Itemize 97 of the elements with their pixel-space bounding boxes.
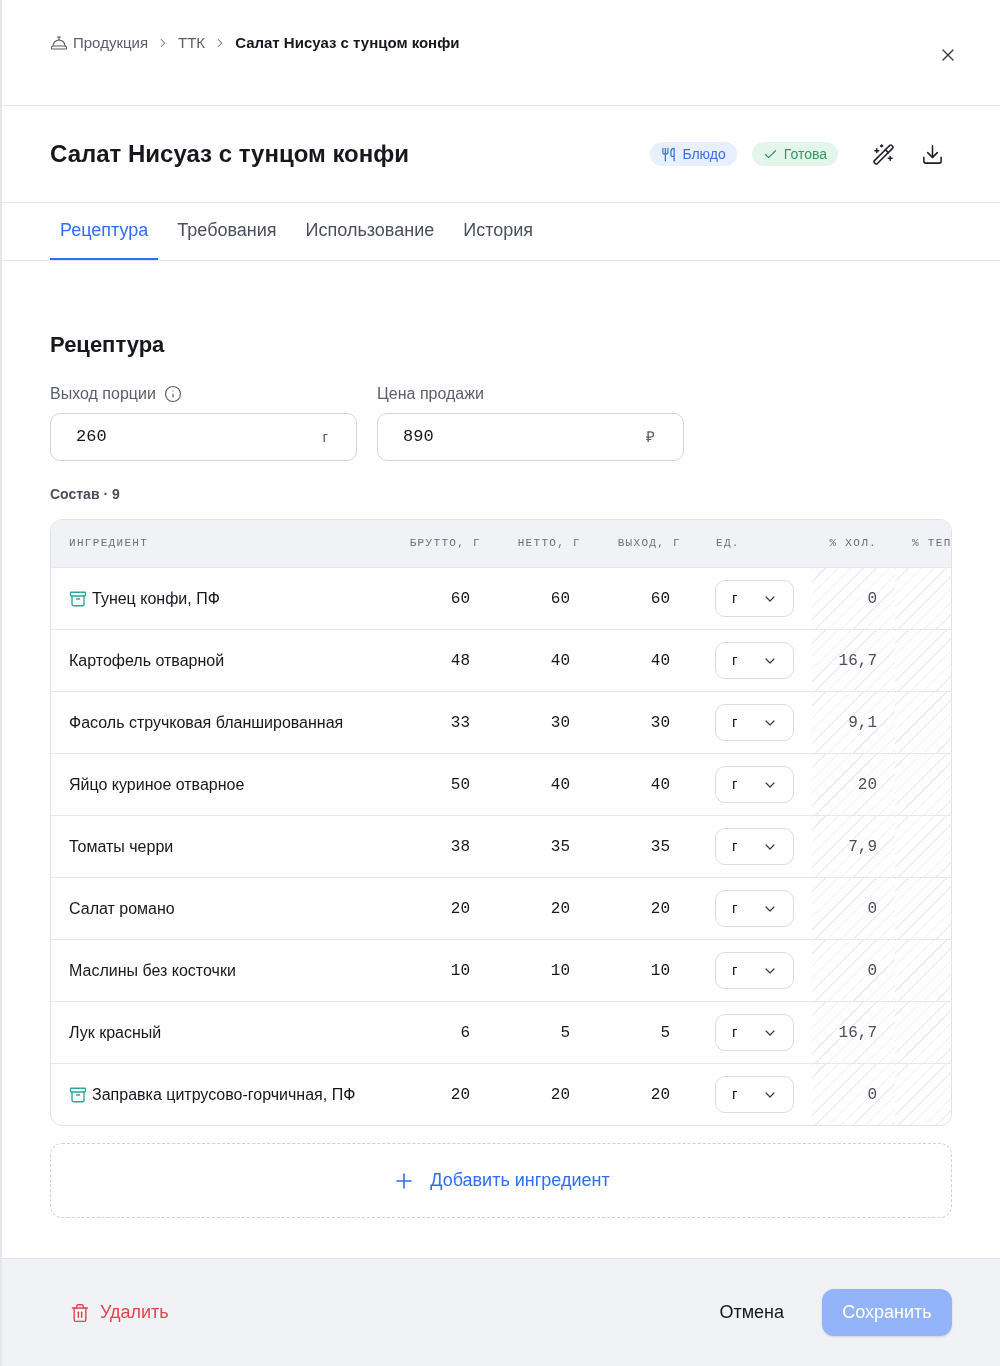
download-button[interactable] (920, 142, 944, 166)
column-header: ЕД. (716, 536, 740, 552)
field-label: Выход порции (50, 384, 156, 404)
yield-weight: 20 (650, 898, 670, 920)
add-ingredient-button[interactable]: Добавить ингредиент (50, 1143, 952, 1218)
gross-weight: 50 (450, 774, 470, 796)
type-badge: Блюдо (650, 142, 737, 166)
cold-loss-cell: 9,1 (812, 692, 895, 753)
yield-weight: 40 (650, 774, 670, 796)
cold-loss-cell: 0 (812, 568, 895, 629)
info-icon[interactable] (163, 385, 182, 403)
column-header: БРУТТО, Г (409, 536, 481, 552)
status-badge: Готова (751, 142, 838, 166)
column-header: % ХОЛ. (829, 536, 877, 552)
cold-loss-cell: 0 (812, 878, 895, 939)
column-header: % ТЕП (912, 536, 951, 552)
composition-count: Состав · 9 (50, 486, 121, 502)
breadcrumb-link[interactable]: ТТК (178, 33, 206, 53)
gross-weight: 6 (460, 1022, 470, 1044)
gross-weight: 60 (450, 588, 470, 610)
fork-knife-icon (661, 146, 677, 162)
unit-select[interactable]: г (715, 952, 794, 989)
gross-weight: 20 (450, 1084, 470, 1106)
trash-icon (70, 1302, 90, 1323)
net-weight: 30 (550, 712, 570, 734)
yield-weight: 20 (650, 1084, 670, 1106)
portion-yield-input[interactable]: 260 г (50, 413, 357, 461)
unit-select[interactable]: г (715, 704, 794, 741)
unit-select[interactable]: г (715, 1014, 794, 1051)
unit-select[interactable]: г (715, 580, 794, 617)
hatched-cell (895, 754, 951, 815)
hatched-cell (895, 1064, 951, 1125)
yield-weight: 10 (650, 960, 670, 982)
ingredient-name: Заправка цитрусово-горчичная, ПФ (92, 1084, 356, 1105)
cold-loss-cell: 16,7 (812, 1002, 895, 1063)
tab[interactable]: Использование (295, 203, 445, 260)
ingredient-name: Томаты черри (69, 836, 174, 857)
cold-loss-cell: 20 (812, 754, 895, 815)
column-header: НЕТТО, Г (517, 536, 581, 552)
net-weight: 10 (550, 960, 570, 982)
unit-select[interactable]: г (715, 828, 794, 865)
gross-weight: 48 (450, 650, 470, 672)
net-weight: 20 (550, 1084, 570, 1106)
cloche-icon (50, 34, 68, 52)
column-header: ВЫХОД, Г (617, 536, 681, 552)
magic-wand-icon (871, 142, 895, 166)
breadcrumb-link[interactable]: Продукция (73, 33, 149, 53)
gross-weight: 33 (450, 712, 470, 734)
unit-select[interactable]: г (715, 766, 794, 803)
tab[interactable]: Требования (167, 203, 287, 260)
ingredient-name: Маслины без косточки (69, 960, 236, 981)
ingredient-name: Яйцо куриное отварное (69, 774, 245, 795)
delete-button[interactable]: Удалить (50, 1289, 189, 1336)
ingredient-name: Картофель отварной (69, 650, 225, 671)
cold-loss-cell: 7,9 (812, 816, 895, 877)
tab[interactable]: История (453, 203, 544, 260)
yield-weight: 30 (650, 712, 670, 734)
page-title: Салат Нисуаз с тунцом конфи (50, 139, 410, 169)
net-weight: 5 (560, 1022, 570, 1044)
gross-weight: 20 (450, 898, 470, 920)
ingredient-name: Салат романо (69, 898, 175, 919)
field-label: Цена продажи (377, 384, 484, 404)
cancel-button[interactable]: Отмена (701, 1289, 802, 1336)
column-header: ИНГРЕДИЕНТ (69, 536, 149, 552)
download-icon (920, 142, 944, 166)
magic-wand-button[interactable] (871, 142, 895, 166)
cold-loss-cell: 16,7 (812, 630, 895, 691)
net-weight: 35 (550, 836, 570, 858)
ingredient-name: Лук красный (69, 1022, 162, 1043)
hatched-cell (895, 692, 951, 753)
tab[interactable]: Рецептура (50, 203, 159, 260)
net-weight: 40 (550, 650, 570, 672)
yield-weight: 40 (650, 650, 670, 672)
sale-price-input[interactable]: 890 ₽ (377, 413, 684, 461)
cold-loss-cell: 0 (812, 940, 895, 1001)
hatched-cell (895, 568, 951, 629)
unit-select[interactable]: г (715, 890, 794, 927)
unit-select[interactable]: г (715, 1076, 794, 1113)
hatched-cell (895, 816, 951, 877)
net-weight: 40 (550, 774, 570, 796)
breadcrumb-current: Салат Нисуаз с тунцом конфи (235, 33, 460, 53)
hatched-cell (895, 940, 951, 1001)
yield-weight: 5 (660, 1022, 670, 1044)
net-weight: 60 (550, 588, 570, 610)
ingredient-name: Тунец конфи, ПФ (92, 588, 220, 609)
yield-weight: 60 (650, 588, 670, 610)
unit-select[interactable]: г (715, 642, 794, 679)
gross-weight: 10 (450, 960, 470, 982)
hatched-cell (895, 1002, 951, 1063)
yield-weight: 35 (650, 836, 670, 858)
ingredient-name: Фасоль стручковая бланшированная (69, 712, 344, 733)
cold-loss-cell: 0 (812, 1064, 895, 1125)
section-title: Рецептура (50, 331, 166, 359)
gross-weight: 38 (450, 836, 470, 858)
net-weight: 20 (550, 898, 570, 920)
hatched-cell (895, 630, 951, 691)
hatched-cell (895, 878, 951, 939)
